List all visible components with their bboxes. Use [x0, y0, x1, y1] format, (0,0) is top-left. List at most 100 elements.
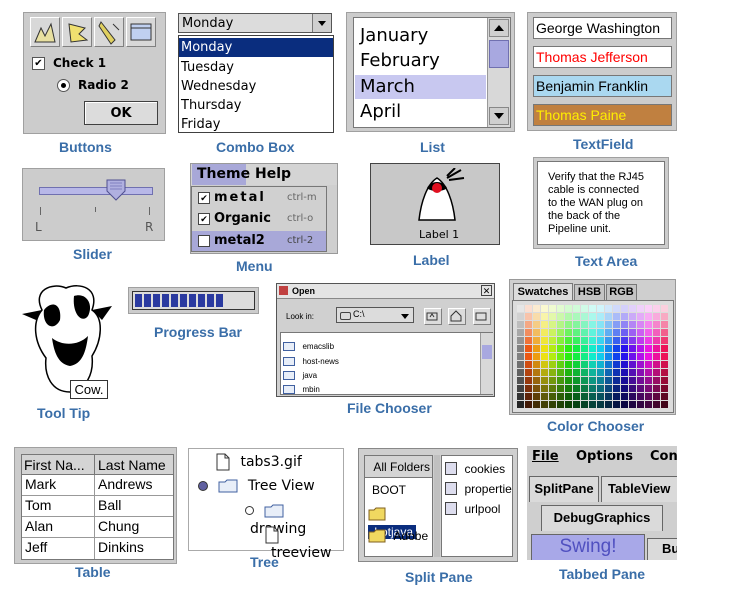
color-swatch[interactable] [525, 385, 532, 392]
color-swatch[interactable] [645, 337, 652, 344]
color-swatch[interactable] [517, 393, 524, 400]
color-swatch[interactable] [541, 385, 548, 392]
color-swatch[interactable] [653, 313, 660, 320]
color-swatch[interactable] [549, 345, 556, 352]
toolbar-button-3[interactable] [94, 17, 124, 47]
color-swatch[interactable] [637, 377, 644, 384]
color-swatch[interactable] [645, 313, 652, 320]
menu-item-organic[interactable]: ✔ Organic ctrl-o [192, 210, 326, 229]
color-swatch[interactable] [541, 401, 548, 408]
color-swatch[interactable] [605, 353, 612, 360]
color-swatch[interactable] [565, 385, 572, 392]
color-swatch[interactable] [557, 393, 564, 400]
color-swatch[interactable] [597, 361, 604, 368]
color-swatch[interactable] [621, 329, 628, 336]
color-swatch[interactable] [573, 305, 580, 312]
color-swatch[interactable] [637, 393, 644, 400]
color-swatch[interactable] [541, 377, 548, 384]
color-swatch[interactable] [557, 337, 564, 344]
combo-option[interactable]: Monday [179, 38, 333, 57]
color-swatch[interactable] [661, 345, 668, 352]
color-swatch[interactable] [533, 401, 540, 408]
menu-item-metal2[interactable]: metal2 ctrl-2 [192, 231, 326, 251]
color-swatch[interactable] [613, 345, 620, 352]
color-swatch[interactable] [597, 337, 604, 344]
color-swatch[interactable] [589, 361, 596, 368]
color-swatch[interactable] [613, 337, 620, 344]
color-swatch[interactable] [621, 337, 628, 344]
color-swatch[interactable] [605, 377, 612, 384]
color-swatch[interactable] [573, 313, 580, 320]
color-swatch[interactable] [541, 361, 548, 368]
color-swatch[interactable] [581, 361, 588, 368]
color-swatch[interactable] [653, 369, 660, 376]
color-swatch[interactable] [557, 345, 564, 352]
color-swatch[interactable] [533, 313, 540, 320]
color-swatch[interactable] [661, 313, 668, 320]
color-swatch[interactable] [581, 321, 588, 328]
color-swatch[interactable] [629, 377, 636, 384]
color-swatch[interactable] [565, 361, 572, 368]
tree-node-file[interactable]: treeview [265, 526, 343, 561]
color-swatch[interactable] [565, 345, 572, 352]
text-field-jefferson[interactable]: Thomas Jefferson [533, 46, 672, 68]
color-swatch[interactable] [613, 353, 620, 360]
combo-option[interactable]: Tuesday [181, 58, 234, 77]
color-swatch[interactable] [613, 313, 620, 320]
color-swatch[interactable] [613, 305, 620, 312]
color-swatch[interactable] [661, 361, 668, 368]
color-swatch[interactable] [661, 337, 668, 344]
color-swatch[interactable] [645, 361, 652, 368]
toolbar-button-4[interactable] [126, 17, 156, 47]
split-right-item[interactable]: urlpool [445, 500, 500, 516]
color-swatch[interactable] [621, 345, 628, 352]
color-swatch-grid[interactable] [517, 305, 669, 408]
split-right-item[interactable]: cookies [445, 460, 505, 476]
list-item[interactable]: February [360, 49, 440, 73]
tree-node-folder[interactable]: drawing [245, 502, 343, 537]
list-item[interactable]: January [360, 24, 428, 48]
split-left-item-selected[interactable]: .hotjava [368, 505, 432, 539]
color-swatch[interactable] [637, 321, 644, 328]
color-swatch[interactable] [621, 321, 628, 328]
color-swatch[interactable] [621, 305, 628, 312]
color-swatch[interactable] [629, 393, 636, 400]
tree-node-folder-expanded[interactable]: Tree View [198, 477, 315, 497]
color-swatch[interactable] [549, 369, 556, 376]
color-swatch[interactable] [533, 377, 540, 384]
color-swatch[interactable] [653, 329, 660, 336]
tab-swatches[interactable]: Swatches [513, 283, 573, 300]
toolbar-button-1[interactable] [30, 17, 60, 47]
color-swatch[interactable] [573, 401, 580, 408]
color-swatch[interactable] [597, 321, 604, 328]
color-swatch[interactable] [605, 401, 612, 408]
toolbar-button-2[interactable] [62, 17, 92, 47]
tab-swing[interactable]: Swing! [531, 534, 645, 560]
color-swatch[interactable] [645, 353, 652, 360]
color-swatch[interactable] [557, 369, 564, 376]
split-divider[interactable] [434, 455, 440, 557]
scroll-thumb[interactable] [489, 40, 509, 68]
color-swatch[interactable] [637, 361, 644, 368]
color-swatch[interactable] [533, 305, 540, 312]
color-swatch[interactable] [645, 321, 652, 328]
tab-debuggraphics[interactable]: DebugGraphics [541, 505, 663, 531]
menu-item-metal[interactable]: ✔ metal ctrl-m [192, 189, 326, 208]
file-list-item[interactable]: mbin [283, 381, 320, 395]
menu-file[interactable]: File [532, 449, 559, 464]
color-swatch[interactable] [525, 329, 532, 336]
color-swatch[interactable] [589, 385, 596, 392]
color-swatch[interactable] [525, 401, 532, 408]
color-swatch[interactable] [621, 377, 628, 384]
color-swatch[interactable] [557, 305, 564, 312]
color-swatch[interactable] [621, 393, 628, 400]
color-swatch[interactable] [581, 329, 588, 336]
color-swatch[interactable] [589, 313, 596, 320]
color-swatch[interactable] [533, 353, 540, 360]
radio2-button[interactable]: Radio 2 [57, 77, 129, 93]
color-swatch[interactable] [589, 305, 596, 312]
color-swatch[interactable] [581, 353, 588, 360]
color-swatch[interactable] [661, 377, 668, 384]
color-swatch[interactable] [549, 337, 556, 344]
color-swatch[interactable] [589, 329, 596, 336]
